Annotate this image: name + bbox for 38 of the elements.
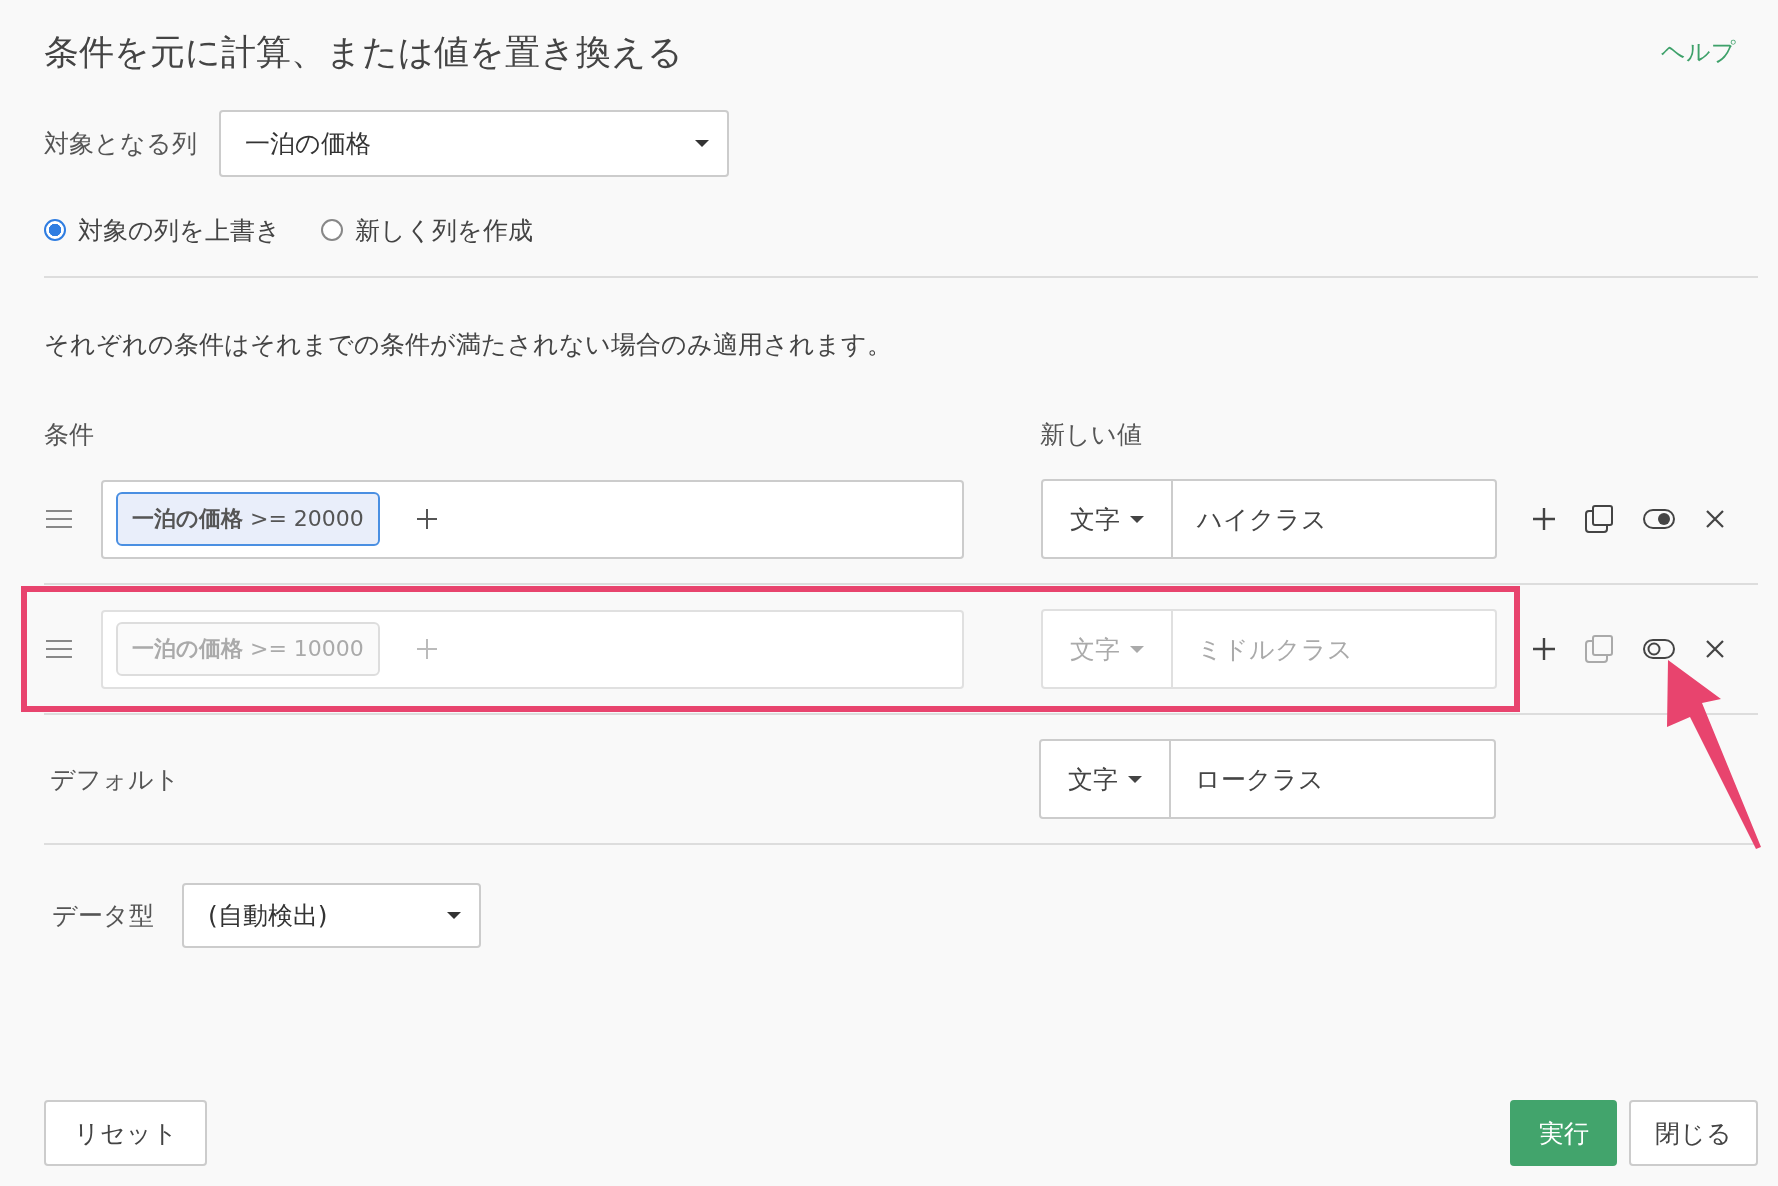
info-text: それぞれの条件はそれまでの条件が満たされない場合のみ適用されます。 <box>44 329 893 361</box>
drag-handle-icon[interactable] <box>46 510 72 528</box>
toggle-icon[interactable] <box>1643 639 1675 659</box>
reset-button[interactable]: リセット <box>44 1100 207 1166</box>
toggle-icon[interactable] <box>1643 509 1675 529</box>
copy-icon[interactable] <box>1585 505 1613 533</box>
column-dropdown[interactable]: 一泊の価格 <box>219 110 729 177</box>
value-text: ロークラス <box>1194 763 1324 796</box>
close-icon[interactable] <box>1705 509 1725 529</box>
caret-icon[interactable] <box>447 912 461 919</box>
plus-icon[interactable] <box>415 508 438 530</box>
condition-tag[interactable]: 一泊の価格 >= 20000 <box>115 492 380 546</box>
field-label: データ型 <box>52 900 154 932</box>
radio-button[interactable] <box>44 219 66 241</box>
value-field[interactable]: 文字 ロークラス <box>1039 739 1496 819</box>
column-header: 条件 <box>44 418 95 451</box>
dialog-title: 条件を元に計算、または値を置き換える <box>44 30 683 74</box>
type-dropdown[interactable]: 文字 <box>1068 762 1118 796</box>
value-field[interactable]: 文字 ハイクラス <box>1040 479 1497 559</box>
type-dropdown[interactable]: 文字 <box>1069 502 1120 536</box>
radio-button[interactable] <box>321 219 343 241</box>
value-text: ハイクラス <box>1195 503 1327 536</box>
close-button[interactable]: 閉じる <box>1629 1100 1758 1166</box>
condition-field[interactable]: 一泊の価格 >= 20000 <box>100 479 964 559</box>
caret-icon[interactable] <box>1129 515 1144 523</box>
drag-handle-icon[interactable] <box>46 640 72 658</box>
close-icon[interactable] <box>1705 639 1725 659</box>
column-header: 新しい値 <box>1040 418 1142 451</box>
value-text: ミドルクラス <box>1195 633 1353 666</box>
caret-icon[interactable] <box>695 140 709 147</box>
default-label: デフォルト <box>49 763 181 796</box>
radio-label[interactable]: 新しく列を作成 <box>355 213 533 247</box>
radio-label[interactable]: 対象の列を上書き <box>78 213 281 247</box>
plus-icon[interactable] <box>1533 508 1555 530</box>
field-label: 対象となる列 <box>44 128 197 160</box>
plus-icon[interactable] <box>1533 638 1555 660</box>
data-type-dropdown[interactable]: (自動検出) <box>182 883 481 948</box>
caret-icon[interactable] <box>1128 775 1142 783</box>
